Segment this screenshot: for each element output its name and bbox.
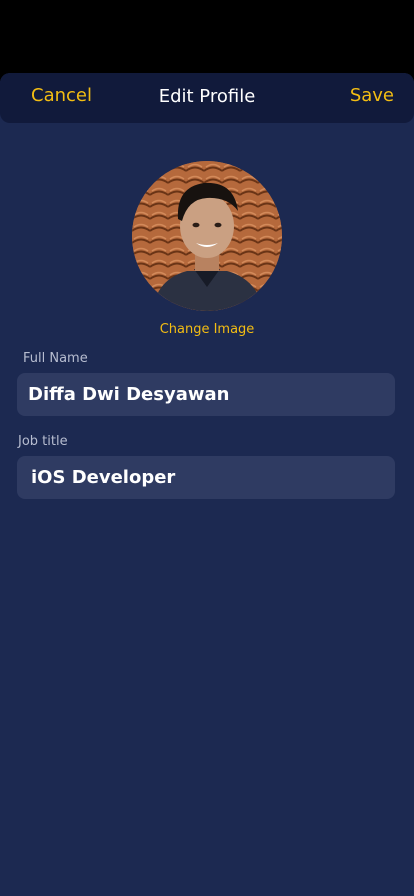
change-image-button[interactable]: Change Image	[0, 321, 414, 338]
avatar[interactable]	[132, 161, 282, 311]
navigation-bar: Cancel Edit Profile Save	[0, 73, 414, 123]
edit-profile-sheet: Cancel Edit Profile Save Change Image Fu…	[0, 73, 414, 896]
save-button[interactable]: Save	[350, 85, 394, 106]
full-name-label: Full Name	[23, 351, 88, 366]
profile-photo-icon	[132, 161, 282, 311]
job-title-input[interactable]	[17, 456, 395, 499]
job-title-label: Job title	[18, 434, 68, 449]
full-name-input[interactable]	[17, 373, 395, 416]
